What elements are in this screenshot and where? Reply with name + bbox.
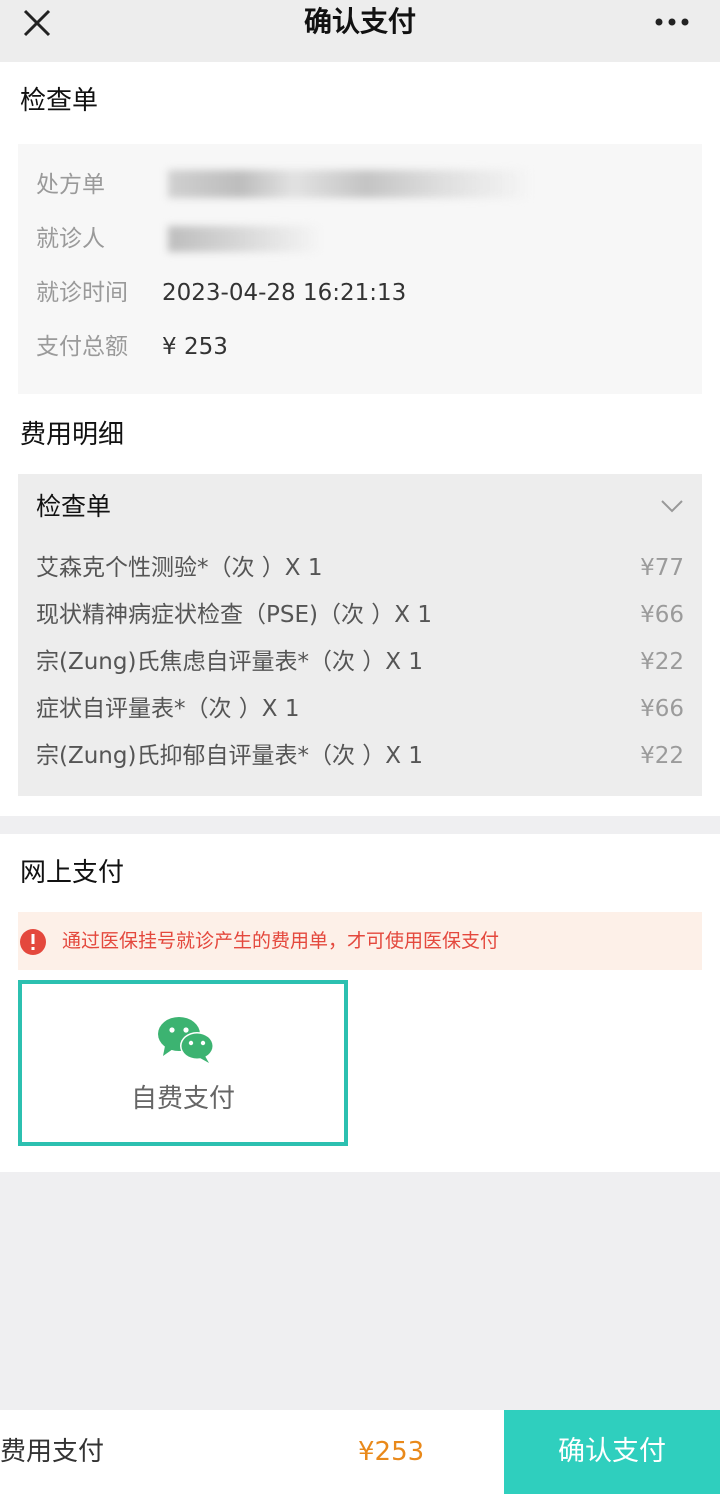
warning-text: 通过医保挂号就诊产生的费用单，才可使用医保支付 (62, 930, 500, 952)
fee-item: 宗(Zung)氏焦虑自评量表*（次 ）X 1 ¥22 (36, 646, 684, 678)
online-pay-title: 网上支付 (20, 858, 125, 888)
info-value: ¥ 253 (162, 334, 228, 360)
wechat-icon (158, 1017, 214, 1063)
fee-amount: ¥253 (358, 1437, 425, 1467)
chevron-down-icon[interactable] (660, 498, 684, 514)
fee-item-name: 宗(Zung)氏焦虑自评量表*（次 ）X 1 (36, 649, 423, 675)
exam-section-title: 检查单 (20, 86, 99, 116)
info-label: 就诊人 (36, 226, 105, 252)
info-label: 支付总额 (36, 334, 128, 360)
info-row-prescription: 处方单 (36, 170, 162, 200)
fee-item-name: 艾森克个性测验*（次 ）X 1 (36, 555, 323, 581)
fee-item-price: ¥66 (640, 602, 684, 628)
insurance-warning: 通过医保挂号就诊产生的费用单，才可使用医保支付 (18, 912, 702, 970)
fee-item-name: 宗(Zung)氏抑郁自评量表*（次 ）X 1 (36, 743, 423, 769)
fee-item-price: ¥22 (640, 649, 684, 675)
self-pay-option[interactable]: 自费支付 (18, 980, 348, 1146)
more-icon[interactable] (654, 10, 690, 34)
fee-detail-card-title: 检查单 (36, 492, 112, 521)
exam-info-card: 处方单 就诊人 就诊时间 2023-04-28 16:21:13 支付总额 ¥ 25… (18, 144, 702, 394)
page-title: 确认支付 (303, 5, 416, 38)
info-row-total: 支付总额 ¥ 253 (36, 332, 228, 362)
info-label: 处方单 (36, 172, 105, 198)
fee-item: 症状自评量表*（次 ）X 1 ¥66 (36, 693, 684, 725)
exam-section: 检查单 处方单 就诊人 就诊时间 2023-04-28 16:21:13 支付总额… (0, 62, 720, 816)
redacted-patient-name (168, 226, 318, 252)
fee-item: 宗(Zung)氏抑郁自评量表*（次 ）X 1 ¥22 (36, 740, 684, 772)
self-pay-label: 自费支付 (130, 1084, 235, 1114)
confirm-pay-button[interactable]: 确认支付 (504, 1410, 720, 1494)
fee-item: 现状精神病症状检查（PSE)（次 ）X 1 ¥66 (36, 599, 684, 631)
fee-detail-title: 费用明细 (20, 420, 125, 450)
info-value: 2023-04-28 16:21:13 (162, 280, 407, 306)
fee-detail-card: 检查单 艾森克个性测验*（次 ）X 1 ¥77 现状精神病症状检查（PSE)（次… (18, 474, 702, 796)
fee-item-name: 症状自评量表*（次 ）X 1 (36, 696, 300, 722)
fee-item-price: ¥66 (640, 696, 684, 722)
bottom-bar: 费用支付 ¥253 确认支付 (0, 1410, 720, 1494)
fee-pay-label: 费用支付 (0, 1437, 105, 1467)
fee-item-name: 现状精神病症状检查（PSE)（次 ）X 1 (36, 602, 432, 628)
online-pay-section: 网上支付 通过医保挂号就诊产生的费用单，才可使用医保支付 自费支付 (0, 834, 720, 1172)
redacted-prescription-number (168, 170, 528, 198)
top-bar: 确认支付 (0, 0, 720, 62)
alert-icon (20, 929, 46, 955)
fee-item: 艾森克个性测验*（次 ）X 1 ¥77 (36, 552, 684, 584)
info-row-patient: 就诊人 (36, 224, 162, 254)
fee-item-price: ¥22 (640, 743, 684, 769)
info-label: 就诊时间 (36, 280, 128, 306)
info-row-visit-time: 就诊时间 2023-04-28 16:21:13 (36, 278, 406, 308)
fee-item-price: ¥77 (640, 555, 684, 581)
